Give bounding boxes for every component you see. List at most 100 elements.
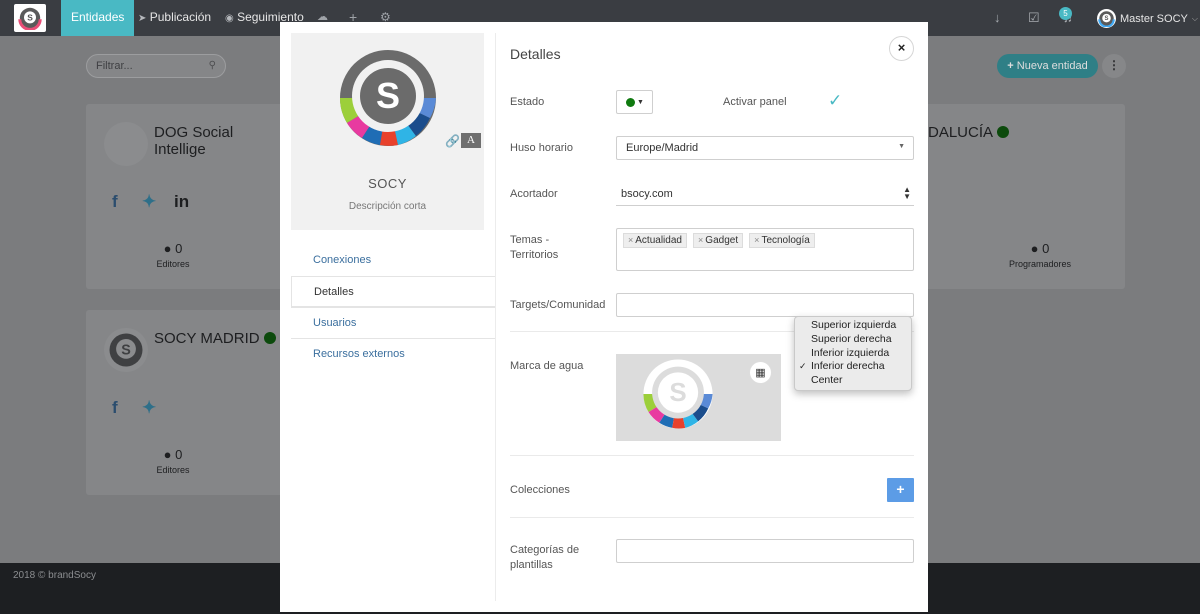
status-dot (626, 97, 635, 107)
nav-tab-entidades[interactable]: Entidades (61, 0, 135, 36)
editors-count: ● 0 (163, 241, 183, 256)
temas-territorios-label: Temas - Territorios (510, 234, 559, 261)
dropdown-option[interactable]: Center (795, 374, 911, 388)
entity-name[interactable]: SOCY (291, 176, 484, 191)
editors-count: ● 0 (163, 447, 183, 462)
details-title: Detalles (510, 46, 561, 62)
image-icon: ▦ (755, 367, 766, 379)
temas-territorios-tag-input[interactable]: × Actualidad × Gadget × Tecnología (616, 228, 914, 271)
remove-tag-icon[interactable]: × (698, 235, 703, 245)
programmers-count: ● 0 (1030, 241, 1050, 256)
categorias-plantillas-input[interactable] (616, 539, 914, 563)
section-item-conexiones[interactable]: Conexiones (291, 245, 495, 276)
close-icon: × (897, 40, 906, 55)
estado-label: Estado (510, 96, 545, 108)
modal-section-nav: Conexiones Detalles Usuarios Recursos ex… (291, 245, 495, 369)
tag-chip: × Gadget (693, 233, 744, 248)
divider (510, 517, 914, 518)
dropdown-option-selected[interactable]: ✓ Inferior derecha (795, 360, 911, 374)
huso-horario-select[interactable]: Europe/Madrid ▼ (616, 136, 914, 160)
programmers-label: Programadores (1008, 259, 1072, 269)
section-item-detalles[interactable]: Detalles (291, 276, 495, 307)
colecciones-label: Colecciones (510, 484, 570, 496)
svg-text:S: S (27, 12, 33, 22)
linkedin-icon[interactable]: in (174, 192, 189, 212)
targets-comunidad-label: Targets/Comunidad (510, 299, 606, 311)
new-entity-button[interactable]: + Nueva entidad (997, 54, 1098, 78)
modal-divider (495, 33, 496, 601)
entity-card[interactable]: S SOCY MADRID f ✦ ● 0 Editores (86, 310, 286, 495)
facebook-icon[interactable]: f (112, 398, 118, 418)
avatar: S (1097, 9, 1116, 28)
remove-tag-icon[interactable]: × (628, 235, 633, 245)
entity-avatar: S (104, 328, 148, 372)
user-icon: ● (163, 447, 172, 462)
targets-comunidad-input[interactable] (616, 293, 914, 317)
more-options-button[interactable]: ⋮ (1102, 54, 1126, 78)
user-icon: ● (163, 241, 172, 256)
dropdown-option[interactable]: Superior derecha (795, 333, 911, 347)
entity-card-title: DOG Social Intellige (154, 124, 234, 158)
remove-tag-icon[interactable]: × (754, 235, 759, 245)
activar-panel-label: Activar panel (723, 96, 787, 108)
tag-chip: × Tecnología (749, 233, 815, 248)
section-item-recursos-externos[interactable]: Recursos externos (291, 338, 495, 369)
tag-chip: × Actualidad (623, 233, 687, 248)
entity-card[interactable]: DALUCÍA ● 0 Programadores (920, 104, 1125, 289)
caret-down-icon: ▼ (898, 143, 905, 150)
download-icon[interactable]: ↓ (994, 10, 1001, 25)
acortador-label: Acortador (510, 188, 558, 200)
close-button[interactable]: × (889, 36, 914, 61)
estado-select[interactable]: ▼ (616, 90, 653, 114)
checkmark-icon[interactable]: ✓ (828, 91, 842, 111)
tasks-icon[interactable]: ☑ (1028, 10, 1040, 26)
eye-icon: ◉ (225, 13, 234, 24)
sort-icon: ▲ ▼ (903, 185, 911, 201)
checkmark-icon: ✓ (799, 361, 807, 372)
divider (510, 455, 914, 456)
entity-card-title: DALUCÍA (928, 124, 1010, 141)
twitter-icon[interactable]: ✦ (142, 398, 156, 418)
plus-icon: + (1007, 60, 1014, 72)
status-dot (263, 332, 276, 344)
categorias-plantillas-label: Categorías de plantillas (510, 544, 580, 571)
svg-text:S: S (376, 75, 400, 116)
facebook-icon[interactable]: f (112, 192, 118, 212)
notification-badge: 5 (1059, 7, 1072, 20)
watermark-position-dropdown: Superior izquierda Superior derecha Infe… (794, 316, 912, 391)
search-icon: ⚲ (208, 60, 216, 71)
link-icon[interactable]: 🔗 (445, 134, 460, 148)
entity-details-modal: S 🔗 A SOCY Descripción corta Conexiones … (280, 22, 928, 612)
marca-de-agua-label: Marca de agua (510, 360, 584, 372)
font-icon[interactable]: A (461, 133, 481, 148)
entity-avatar (104, 122, 148, 166)
entity-card[interactable]: DOG Social Intellige f ✦ in ● 0 Editores (86, 104, 286, 289)
watermark-preview[interactable]: S ▦ (616, 354, 781, 441)
filter-input[interactable]: Filtrar... ⚲ (86, 54, 226, 78)
entity-logo[interactable]: S (338, 48, 438, 151)
twitter-icon[interactable]: ✦ (142, 192, 156, 212)
user-menu[interactable]: S Master SOCY ⌵ (1097, 9, 1198, 28)
entity-description[interactable]: Descripción corta (291, 201, 484, 212)
nav-tab-publicacion[interactable]: ➤ Publicación (138, 0, 211, 36)
editors-label: Editores (156, 465, 190, 475)
svg-text:S: S (121, 342, 131, 358)
user-icon: ● (1030, 241, 1039, 256)
svg-text:S: S (1105, 16, 1109, 22)
entity-card-title: SOCY MADRID (154, 330, 276, 347)
huso-horario-label: Huso horario (510, 142, 573, 154)
change-image-button[interactable]: ▦ (749, 361, 772, 384)
status-dot (997, 126, 1010, 138)
editors-label: Editores (156, 259, 190, 269)
user-name: Master SOCY (1120, 12, 1188, 25)
app-logo[interactable]: S (14, 4, 46, 32)
watermark-logo: S (642, 358, 714, 433)
acortador-select[interactable]: bsocy.com ▲ ▼ (616, 182, 914, 206)
dropdown-option[interactable]: Superior izquierda (795, 319, 911, 333)
svg-text:S: S (669, 379, 686, 407)
entity-profile-panel: S 🔗 A SOCY Descripción corta (291, 33, 484, 230)
section-item-usuarios[interactable]: Usuarios (291, 307, 495, 338)
add-collection-button[interactable]: + (887, 478, 914, 502)
dropdown-option[interactable]: Inferior izquierda (795, 347, 911, 361)
chevron-down-icon: ⌵ (1191, 13, 1198, 23)
